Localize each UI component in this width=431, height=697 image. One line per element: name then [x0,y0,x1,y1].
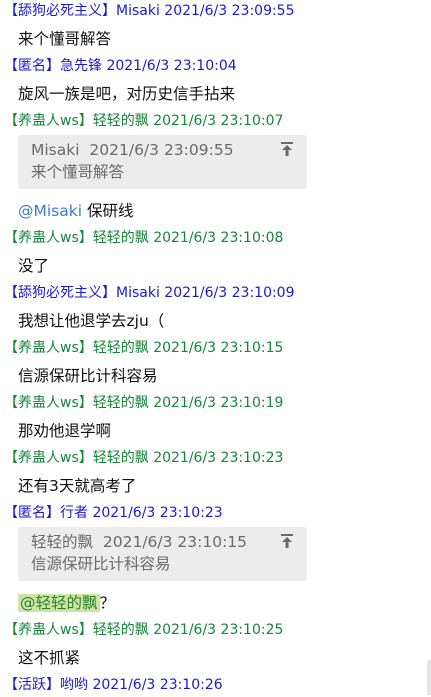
message-timestamp: 2021/6/3 23:10:23 [92,505,223,521]
message-timestamp: 2021/6/3 23:10:23 [153,450,284,466]
mention-link[interactable]: @Misaki [18,202,82,220]
message-header: 【匿名】行者 2021/6/3 23:10:23 [0,502,431,525]
chat-message: 【养蛊人ws】轻轻的飘 2021/6/3 23:10:07 Misaki 2021… [0,110,431,227]
message-header: 【养蛊人ws】轻轻的飘 2021/6/3 23:10:08 [0,227,431,250]
message-header: 【养蛊人ws】轻轻的飘 2021/6/3 23:10:25 [0,619,431,642]
message-body: 这不抓紧 [0,642,431,674]
message-body: 那劝他退学啊 [0,415,431,447]
message-timestamp: 2021/6/3 23:09:55 [164,3,295,19]
message-body: 还有3天就高考了 [0,470,431,502]
chat-message: 【养蛊人ws】轻轻的飘 2021/6/3 23:10:08 没了 [0,227,431,282]
chat-message: 【匿名】急先锋 2021/6/3 23:10:04 旋风一族是吧，对历史信手拈来 [0,55,431,110]
member-title-tag: 【养蛊人ws】 [4,340,93,356]
message-timestamp: 2021/6/3 23:10:07 [153,113,284,129]
chat-message: 【匿名】行者 2021/6/3 23:10:23 轻轻的飘 2021/6/3 23… [0,502,431,619]
chat-message: 【养蛊人ws】轻轻的飘 2021/6/3 23:10:19 那劝他退学啊 [0,392,431,447]
quoted-timestamp: 2021/6/3 23:10:15 [102,533,248,551]
message-text: 保研线 [82,202,134,220]
mention-link[interactable]: @轻轻的飘 [18,594,100,612]
message-text-line: @Misaki 保研线 [18,195,431,227]
chat-message: 【养蛊人ws】轻轻的飘 2021/6/3 23:10:25 这不抓紧 [0,619,431,674]
member-title-tag: 【养蛊人ws】 [4,230,93,246]
quoted-timestamp: 2021/6/3 23:09:55 [89,141,234,159]
message-timestamp: 2021/6/3 23:10:08 [153,230,284,246]
quoted-text: 来个懂哥解答 [31,163,125,181]
message-body: 来个懂哥解答 [0,23,431,55]
chat-message: 【养蛊人ws】轻轻的飘 2021/6/3 23:10:23 还有3天就高考了 [0,447,431,502]
message-header: 【舔狗必死主义】Misaki 2021/6/3 23:10:09 [0,282,431,305]
message-body: Misaki 2021/6/3 23:09:55 来个懂哥解答 @Misaki 保研… [0,135,431,227]
message-timestamp: 2021/6/3 23:10:26 [92,677,223,693]
sender-nickname[interactable]: Misaki [116,285,160,301]
message-text: ？ [99,594,116,612]
message-header: 【活跃】哟哟 2021/6/3 23:10:26 [0,674,431,697]
sender-nickname[interactable]: 轻轻的飘 [93,450,149,466]
message-body: 旋风一族是吧，对历史信手拈来 [0,78,431,110]
jump-to-original-icon[interactable] [279,141,295,157]
message-text-line: @轻轻的飘？ [18,587,431,619]
chat-message: 【养蛊人ws】轻轻的飘 2021/6/3 23:10:15 信源保研比计科容易 [0,337,431,392]
member-title-tag: 【活跃】 [4,677,60,693]
quoted-text: 信源保研比计科容易 [31,555,171,573]
message-timestamp: 2021/6/3 23:10:15 [153,340,284,356]
chat-message: 【舔狗必死主义】Misaki 2021/6/3 23:09:55 来个懂哥解答 [0,0,431,55]
message-text: 这不抓紧 [18,649,81,667]
message-header: 【养蛊人ws】轻轻的飘 2021/6/3 23:10:19 [0,392,431,415]
message-header: 【养蛊人ws】轻轻的飘 2021/6/3 23:10:23 [0,447,431,470]
sender-nickname[interactable]: Misaki [116,3,160,19]
message-text: 来个懂哥解答 [18,30,112,48]
member-title-tag: 【养蛊人ws】 [4,395,93,411]
sender-nickname[interactable]: 行者 [60,505,88,521]
message-timestamp: 2021/6/3 23:10:19 [153,395,284,411]
message-timestamp: 2021/6/3 23:10:25 [153,622,284,638]
member-title-tag: 【舔狗必死主义】 [4,285,116,301]
message-text: 我想让他退学去zju（ [18,312,165,330]
quoted-reply[interactable]: 轻轻的飘 2021/6/3 23:10:15 信源保研比计科容易 [18,527,307,581]
member-title-tag: 【养蛊人ws】 [4,113,93,129]
sender-nickname[interactable]: 轻轻的飘 [93,340,149,356]
message-header: 【匿名】急先锋 2021/6/3 23:10:04 [0,55,431,78]
message-text: 还有3天就高考了 [18,477,137,495]
sender-nickname[interactable]: 急先锋 [60,58,102,74]
sender-nickname[interactable]: 哟哟 [60,677,88,693]
chat-log: 【舔狗必死主义】Misaki 2021/6/3 23:09:55 来个懂哥解答 【匿… [0,0,431,697]
sender-nickname[interactable]: 轻轻的飘 [93,395,149,411]
member-title-tag: 【舔狗必死主义】 [4,3,116,19]
message-text: 旋风一族是吧，对历史信手拈来 [18,85,236,103]
message-body: 轻轻的飘 2021/6/3 23:10:15 信源保研比计科容易 @轻轻的飘？ [0,527,431,619]
quoted-nickname: 轻轻的飘 [31,533,94,551]
member-title-tag: 【匿名】 [4,58,60,74]
chat-message: 【舔狗必死主义】Misaki 2021/6/3 23:10:09 我想让他退学去z… [0,282,431,337]
scrollbar-thumb[interactable] [427,660,431,695]
message-header: 【养蛊人ws】轻轻的飘 2021/6/3 23:10:07 [0,110,431,133]
quoted-header: 轻轻的飘 2021/6/3 23:10:15 [31,531,299,553]
quoted-header: Misaki 2021/6/3 23:09:55 [31,139,299,161]
message-body: 信源保研比计科容易 [0,360,431,392]
quoted-nickname: Misaki [31,141,80,159]
message-text: 信源保研比计科容易 [18,367,158,385]
message-header: 【养蛊人ws】轻轻的飘 2021/6/3 23:10:15 [0,337,431,360]
member-title-tag: 【匿名】 [4,505,60,521]
sender-nickname[interactable]: 轻轻的飘 [93,230,149,246]
sender-nickname[interactable]: 轻轻的飘 [93,622,149,638]
message-header: 【舔狗必死主义】Misaki 2021/6/3 23:09:55 [0,0,431,23]
message-text: 那劝他退学啊 [18,422,112,440]
sender-nickname[interactable]: 轻轻的飘 [93,113,149,129]
message-timestamp: 2021/6/3 23:10:04 [106,58,237,74]
message-text: 没了 [18,257,50,275]
message-body: 我想让他退学去zju（ [0,305,431,337]
quoted-reply[interactable]: Misaki 2021/6/3 23:09:55 来个懂哥解答 [18,135,307,189]
message-body: 没了 [0,250,431,282]
jump-to-original-icon[interactable] [279,533,295,549]
member-title-tag: 【养蛊人ws】 [4,450,93,466]
member-title-tag: 【养蛊人ws】 [4,622,93,638]
chat-message: 【活跃】哟哟 2021/6/3 23:10:26 [0,674,431,697]
message-timestamp: 2021/6/3 23:10:09 [164,285,295,301]
